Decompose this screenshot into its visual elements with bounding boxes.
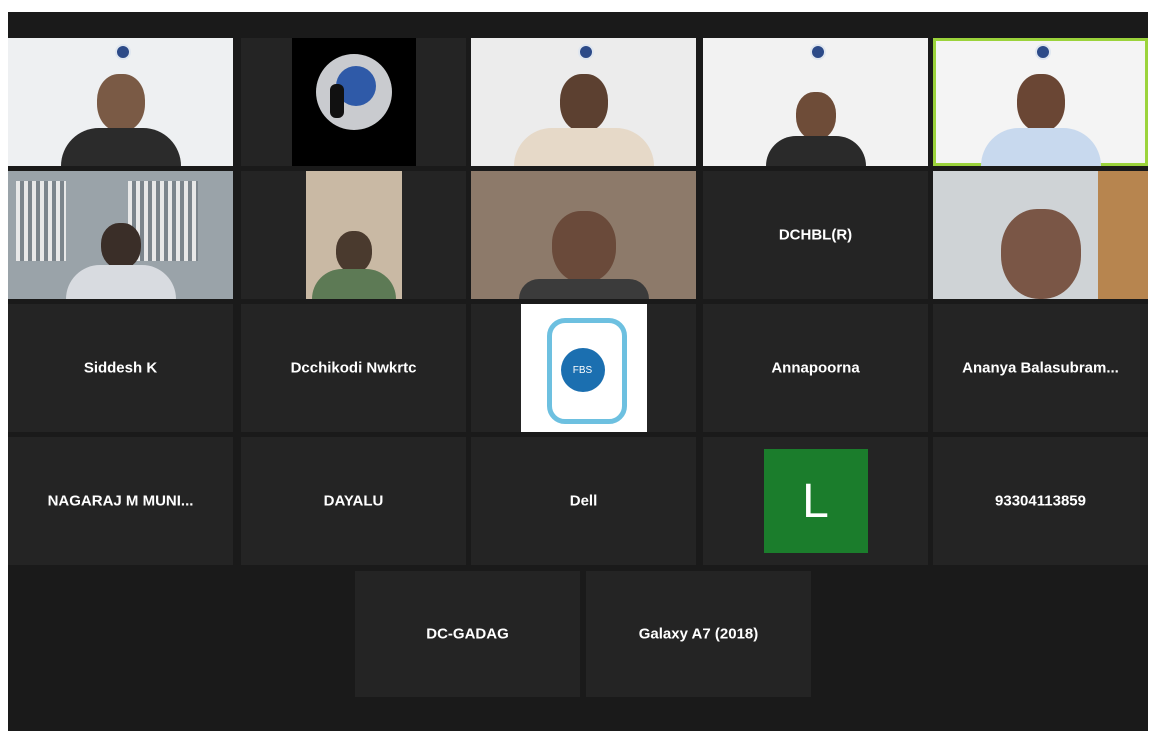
participant-silhouette bbox=[65, 223, 176, 299]
organization-logo-icon bbox=[809, 44, 826, 60]
participant-silhouette bbox=[980, 74, 1101, 166]
avatar: L bbox=[763, 449, 868, 553]
participant-tile-17[interactable]: DAYALU bbox=[241, 437, 466, 565]
fbs-logo: FBS bbox=[520, 304, 647, 432]
participant-video-tile-7[interactable] bbox=[241, 171, 466, 299]
meeting-gallery-view: DCHBL(R) Siddesh K Dcchikodi Nwkrtc FBS … bbox=[8, 12, 1148, 731]
participant-logo-tile-13[interactable]: FBS bbox=[471, 304, 696, 432]
participant-name: DAYALU bbox=[323, 492, 384, 510]
participant-video-tile-3[interactable] bbox=[471, 38, 696, 166]
participant-name: NAGARAJ M MUNI... bbox=[47, 492, 194, 510]
organization-logo-icon bbox=[114, 44, 131, 60]
participant-video-tile-6[interactable] bbox=[8, 171, 233, 299]
participant-silhouette bbox=[765, 92, 866, 166]
participant-video-tile-10[interactable] bbox=[933, 171, 1148, 299]
participant-tile-21[interactable]: DC-GADAG bbox=[355, 571, 580, 697]
participant-tile-18[interactable]: Dell bbox=[471, 437, 696, 565]
participant-silhouette bbox=[513, 74, 654, 166]
participant-name: Galaxy A7 (2018) bbox=[638, 625, 759, 643]
participant-silhouette bbox=[518, 211, 649, 299]
participant-name: DCHBL(R) bbox=[778, 226, 853, 244]
participant-tile-22[interactable]: Galaxy A7 (2018) bbox=[586, 571, 811, 697]
participant-logo-tile-2[interactable] bbox=[241, 38, 466, 166]
participant-tile-14[interactable]: Annapoorna bbox=[703, 304, 928, 432]
participant-name: DC-GADAG bbox=[426, 625, 509, 643]
participant-video-tile-4[interactable] bbox=[703, 38, 928, 166]
participant-name: Dcchikodi Nwkrtc bbox=[290, 359, 417, 377]
participant-avatar-tile-19[interactable]: L bbox=[703, 437, 928, 565]
participant-tile-12[interactable]: Dcchikodi Nwkrtc bbox=[241, 304, 466, 432]
participant-silhouette bbox=[311, 231, 396, 299]
participant-tile-9[interactable]: DCHBL(R) bbox=[703, 171, 928, 299]
participant-tile-16[interactable]: NAGARAJ M MUNI... bbox=[8, 437, 233, 565]
participant-video-tile-8[interactable] bbox=[471, 171, 696, 299]
participant-name: Siddesh K bbox=[83, 359, 158, 377]
participant-silhouette bbox=[1000, 209, 1081, 299]
globe-logo-icon bbox=[315, 54, 392, 130]
organization-logo-icon bbox=[1034, 44, 1051, 60]
participant-name: 93304113859 bbox=[995, 492, 1086, 510]
participant-name: Annapoorna bbox=[771, 359, 860, 377]
participant-silhouette bbox=[60, 74, 181, 166]
profile-picture bbox=[291, 38, 416, 166]
participant-tile-20[interactable]: 93304113859 bbox=[933, 437, 1148, 565]
participant-tile-11[interactable]: Siddesh K bbox=[8, 304, 233, 432]
participant-name: Ananya Balasubram... bbox=[962, 359, 1119, 377]
fbs-logo-emblem: FBS bbox=[560, 348, 605, 392]
participant-tile-15[interactable]: Ananya Balasubram... bbox=[933, 304, 1148, 432]
organization-logo-icon bbox=[577, 44, 594, 60]
participant-video-tile-5-active-speaker[interactable] bbox=[933, 38, 1148, 166]
participant-video-tile-1[interactable] bbox=[8, 38, 233, 166]
participant-name: Dell bbox=[569, 492, 598, 510]
